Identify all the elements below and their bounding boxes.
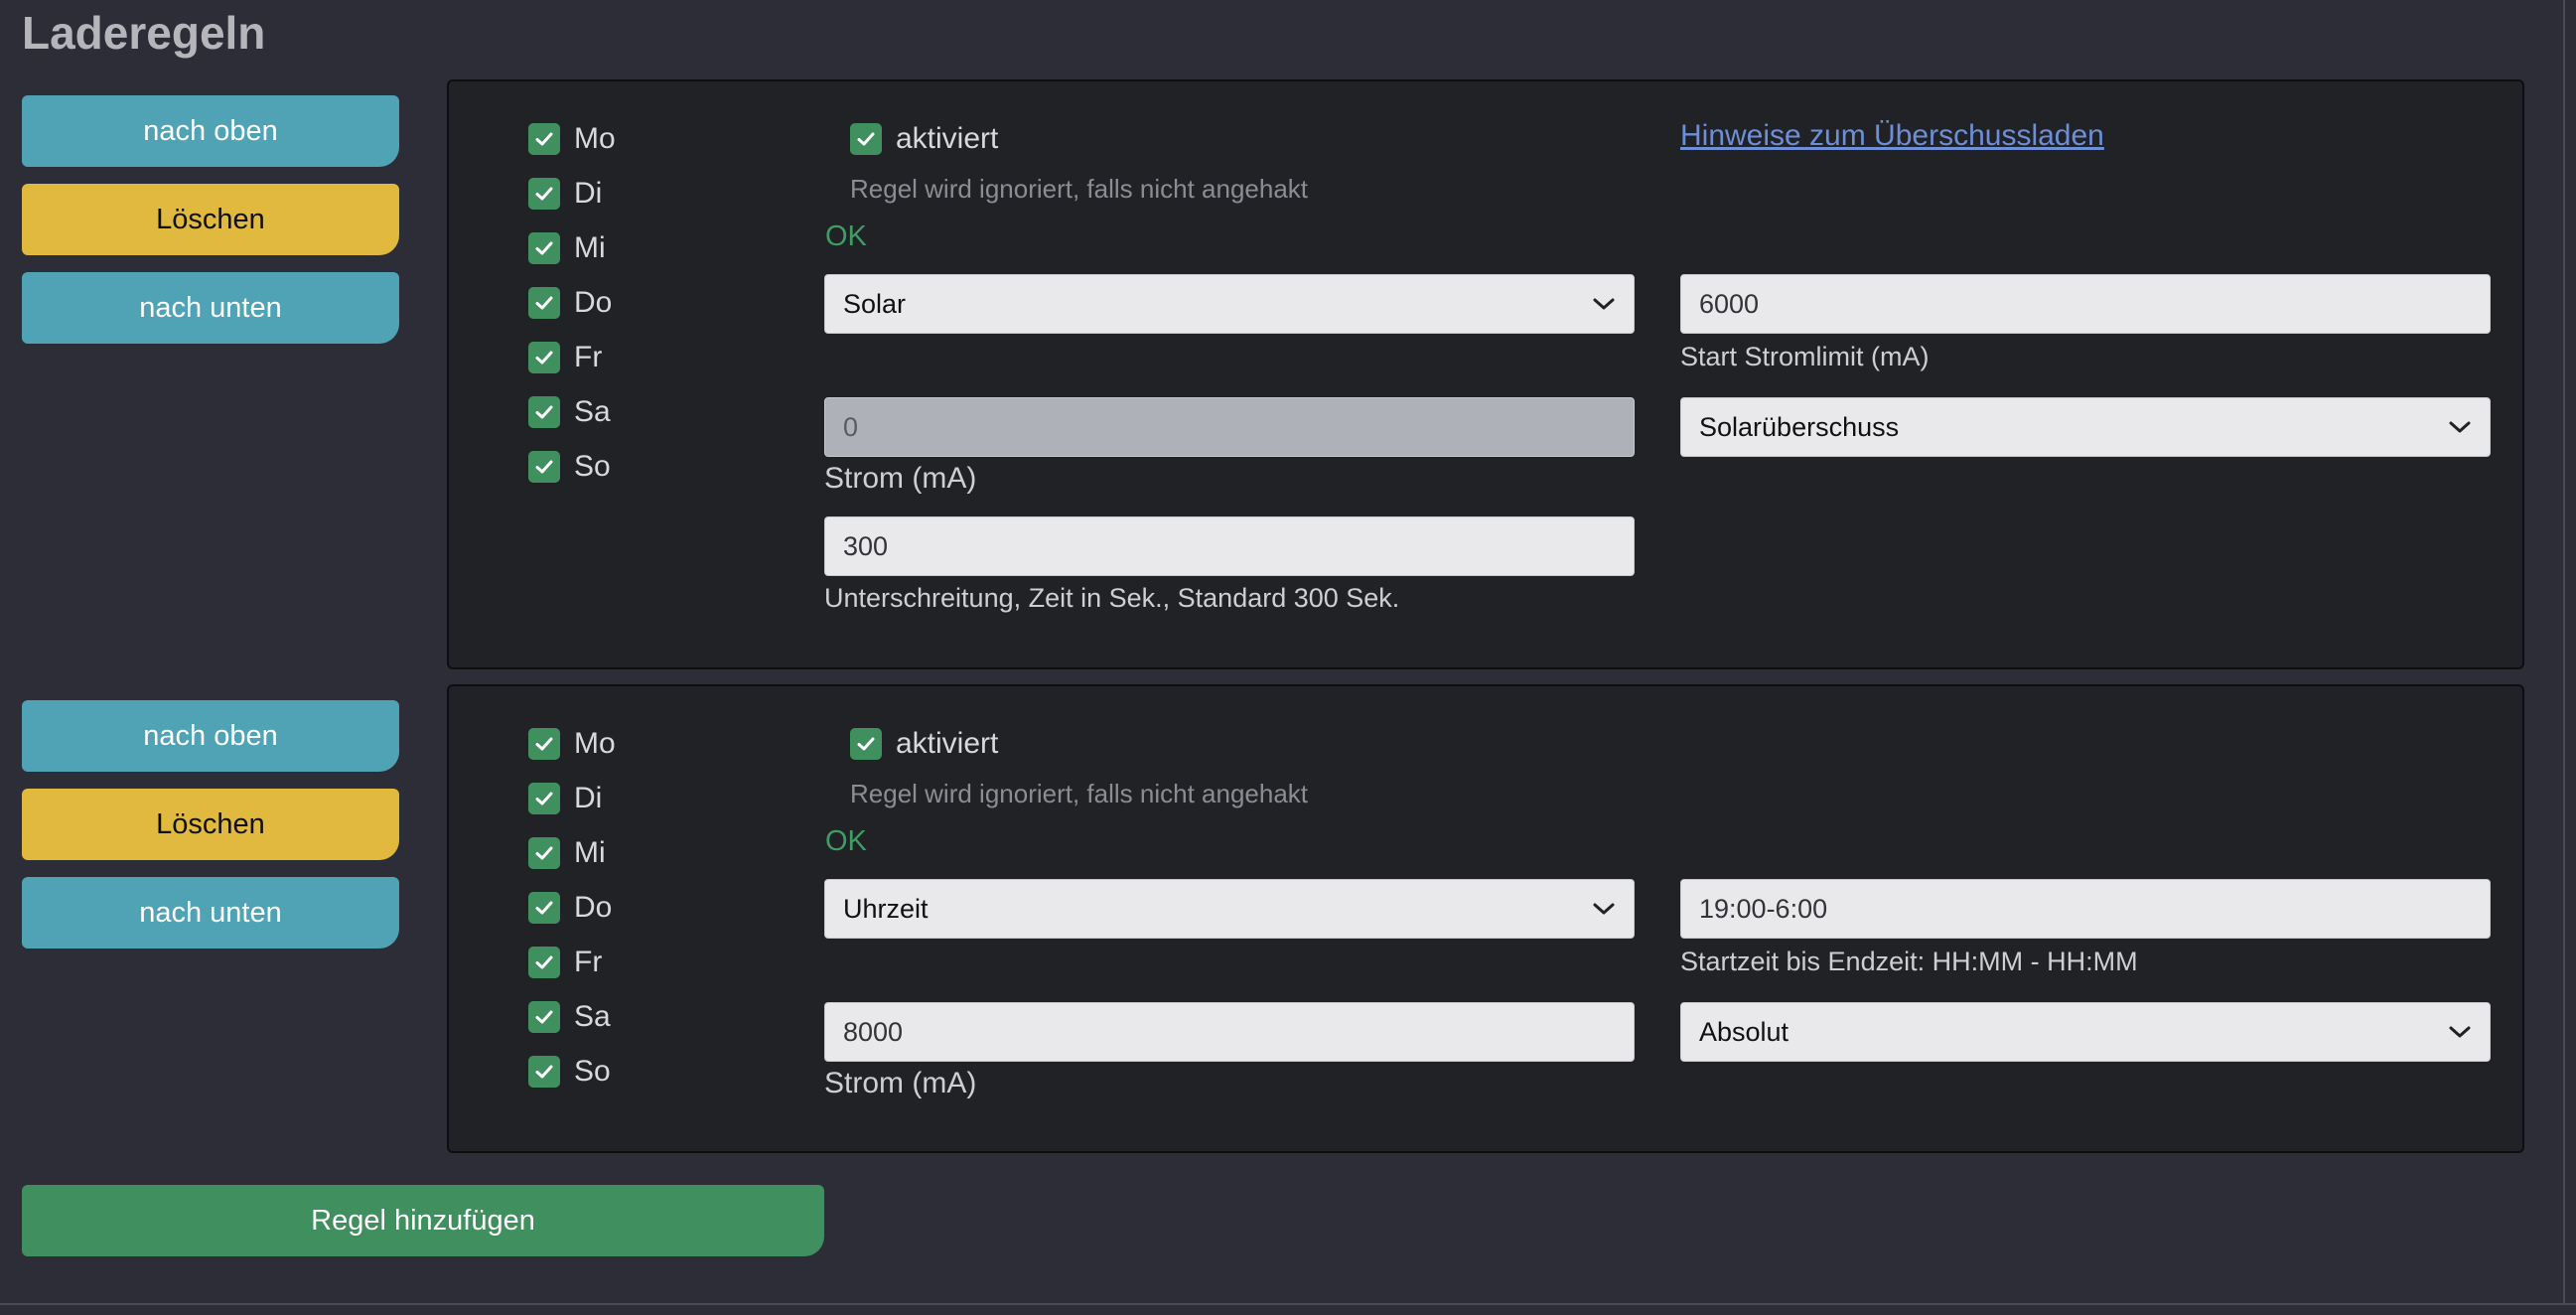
day-label: So [574,450,611,483]
checkbox-checked-icon [528,287,560,319]
day-checkbox-so[interactable]: So [528,1052,611,1092]
day-checkbox-do[interactable]: Do [528,283,612,323]
day-checkbox-mi[interactable]: Mi [528,228,606,268]
current-value: 8000 [843,1016,904,1047]
day-label: Mo [574,122,616,155]
checkbox-checked-icon [528,892,560,924]
day-checkbox-sa[interactable]: Sa [528,392,611,432]
current-label: Strom (mA) [824,462,977,495]
day-label: Mo [574,727,616,760]
time-range-label: Startzeit bis Endzeit: HH:MM - HH:MM [1680,947,2138,976]
current-label: Strom (mA) [824,1067,977,1099]
day-checkbox-fr[interactable]: Fr [528,338,602,377]
page-title: Laderegeln [22,7,266,59]
checkbox-checked-icon [528,396,560,428]
chevron-down-icon [2449,1026,2471,1038]
rule-card: Mo Di Mi Do Fr Sa So aktiviert Regel wir… [447,684,2524,1153]
undershoot-input[interactable]: 300 [824,516,1635,576]
chevron-down-icon [2449,421,2471,433]
undershoot-value: 300 [843,530,889,561]
enabled-label: aktiviert [896,727,999,760]
mode-select-value: Solar [843,288,907,319]
day-label: So [574,1055,611,1088]
enabled-label: aktiviert [896,122,999,155]
mode-select[interactable]: Solar [824,274,1635,334]
checkbox-checked-icon [528,123,560,155]
checkbox-checked-icon [528,1001,560,1033]
checkbox-checked-icon [528,947,560,978]
current-input[interactable]: 8000 [824,1002,1635,1062]
divider [2563,0,2565,1303]
checkbox-checked-icon [528,728,560,760]
status-ok: OK [825,220,867,252]
day-checkbox-di[interactable]: Di [528,779,602,818]
day-checkbox-mo[interactable]: Mo [528,724,616,764]
day-checkbox-sa[interactable]: Sa [528,997,611,1037]
day-label: Sa [574,395,611,428]
undershoot-label: Unterschreitung, Zeit in Sek., Standard … [824,583,1400,613]
checkbox-checked-icon [528,232,560,264]
checkbox-checked-icon [528,342,560,373]
day-label: Mi [574,231,606,264]
type-select-value: Solarüberschuss [1699,411,1900,442]
day-checkbox-mo[interactable]: Mo [528,119,616,159]
enabled-hint: Regel wird ignoriert, falls nicht angeha… [850,174,1309,204]
start-current-input[interactable]: 6000 [1680,274,2491,334]
time-range-value: 19:00-6:00 [1699,893,1828,924]
type-select-value: Absolut [1699,1016,1789,1047]
current-value: 0 [843,411,859,442]
day-checkbox-fr[interactable]: Fr [528,943,602,982]
checkbox-checked-icon [528,178,560,210]
rule-card: Mo Di Mi Do Fr Sa So aktiviert Regel wir… [447,79,2524,669]
start-current-value: 6000 [1699,288,1760,319]
delete-button[interactable]: Löschen [22,789,399,860]
mode-select[interactable]: Uhrzeit [824,879,1635,939]
current-input: 0 [824,397,1635,457]
start-current-label: Start Stromlimit (mA) [1680,342,1930,371]
day-checkbox-mi[interactable]: Mi [528,833,606,873]
checkbox-checked-icon [528,1056,560,1088]
day-checkbox-do[interactable]: Do [528,888,612,928]
time-range-input[interactable]: 19:00-6:00 [1680,879,2491,939]
enabled-checkbox[interactable]: aktiviert [850,724,998,764]
day-label: Di [574,177,603,210]
move-up-button[interactable]: nach oben [22,700,399,772]
move-up-button[interactable]: nach oben [22,95,399,167]
mode-select-value: Uhrzeit [843,893,929,924]
surplus-charging-help-link[interactable]: Hinweise zum Überschussladen [1680,119,2104,153]
enabled-hint: Regel wird ignoriert, falls nicht angeha… [850,779,1309,808]
enabled-checkbox[interactable]: aktiviert [850,119,998,159]
chevron-down-icon [1593,298,1615,310]
day-label: Mi [574,836,606,869]
checkbox-checked-icon [850,123,882,155]
checkbox-checked-icon [528,783,560,814]
chevron-down-icon [1593,903,1615,915]
checkbox-checked-icon [528,837,560,869]
day-label: Sa [574,1000,611,1033]
day-label: Do [574,891,613,924]
checkbox-checked-icon [528,451,560,483]
status-ok: OK [825,825,867,857]
move-down-button[interactable]: nach unten [22,272,399,344]
type-select[interactable]: Solarüberschuss [1680,397,2491,457]
type-select[interactable]: Absolut [1680,1002,2491,1062]
day-label: Di [574,782,603,814]
delete-button[interactable]: Löschen [22,184,399,255]
add-rule-button[interactable]: Regel hinzufügen [22,1185,824,1256]
checkbox-checked-icon [850,728,882,760]
day-label: Fr [574,946,603,978]
day-label: Fr [574,341,603,373]
day-checkbox-so[interactable]: So [528,447,611,487]
move-down-button[interactable]: nach unten [22,877,399,949]
day-checkbox-di[interactable]: Di [528,174,602,214]
divider [0,1303,2576,1305]
day-label: Do [574,286,613,319]
